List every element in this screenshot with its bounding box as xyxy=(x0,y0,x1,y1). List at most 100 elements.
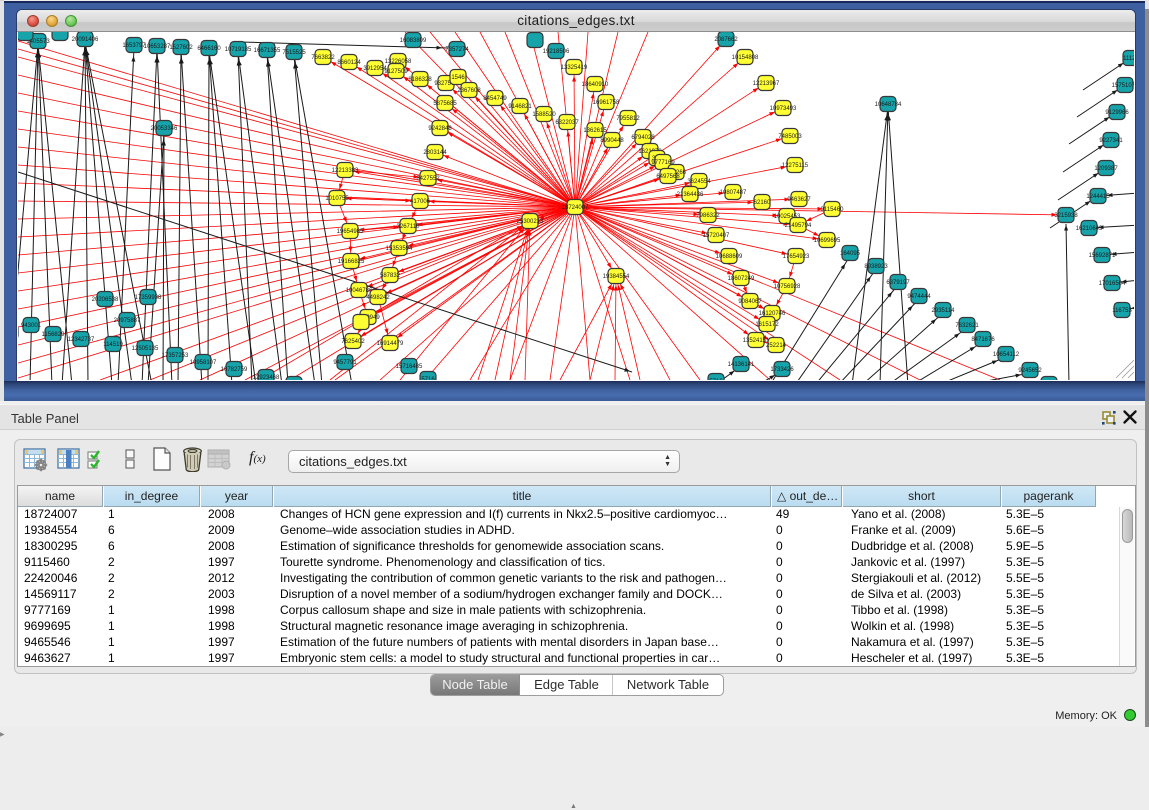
svg-text:7357274: 7357274 xyxy=(445,47,469,53)
svg-text:2367608: 2367608 xyxy=(457,88,481,94)
svg-text:4498242: 4498242 xyxy=(366,295,390,301)
svg-text:1156829: 1156829 xyxy=(42,332,66,338)
svg-text:12505135: 12505135 xyxy=(132,346,159,352)
svg-text:8427552: 8427552 xyxy=(416,176,440,182)
svg-text:10653287: 10653287 xyxy=(144,44,171,50)
svg-text:16914479: 16914479 xyxy=(377,341,404,347)
svg-text:9242848: 9242848 xyxy=(428,126,452,132)
svg-text:8990448: 8990448 xyxy=(600,138,624,144)
svg-text:17016504: 17016504 xyxy=(1099,281,1126,287)
svg-text:9115460: 9115460 xyxy=(821,207,845,213)
svg-text:10756928: 10756928 xyxy=(774,284,801,290)
svg-text:7485003: 7485003 xyxy=(778,134,802,140)
svg-text:2935114: 2935114 xyxy=(932,308,956,314)
svg-text:1546: 1546 xyxy=(451,75,465,81)
svg-text:114519: 114519 xyxy=(103,342,123,348)
svg-text:1244415: 1244415 xyxy=(1086,194,1110,200)
svg-text:1362615: 1362615 xyxy=(583,128,607,134)
svg-text:20053346: 20053346 xyxy=(151,126,178,132)
svg-text:21495794: 21495794 xyxy=(785,223,812,229)
svg-text:14136141: 14136141 xyxy=(728,362,755,368)
svg-text:10719185: 10719185 xyxy=(225,47,252,53)
svg-text:7632621: 7632621 xyxy=(955,323,979,329)
svg-text:15720407: 15720407 xyxy=(703,233,730,239)
svg-text:3215938: 3215938 xyxy=(1054,213,1078,219)
svg-text:12275115: 12275115 xyxy=(782,163,809,169)
svg-text:20206538: 20206538 xyxy=(92,297,119,303)
svg-text:6497568: 6497568 xyxy=(656,174,680,180)
svg-text:7515525: 7515525 xyxy=(282,50,306,56)
svg-text:9129966: 9129966 xyxy=(1105,110,1129,116)
svg-text:12923468: 12923468 xyxy=(253,375,280,380)
svg-text:19654985: 19654985 xyxy=(337,229,364,235)
svg-text:8471676: 8471676 xyxy=(971,337,995,343)
svg-text:1527602: 1527602 xyxy=(169,45,193,51)
svg-text:417006: 417006 xyxy=(410,199,431,205)
svg-text:17359938: 17359938 xyxy=(135,295,162,301)
svg-text:6466160: 6466160 xyxy=(197,46,221,52)
svg-text:16210643: 16210643 xyxy=(1076,226,1103,232)
svg-text:10807487: 10807487 xyxy=(720,190,747,196)
svg-text:20091406: 20091406 xyxy=(72,37,99,43)
svg-text:9474444: 9474444 xyxy=(907,294,931,300)
svg-text:10046786: 10046786 xyxy=(346,288,373,294)
svg-text:1588520: 1588520 xyxy=(532,112,556,118)
svg-text:9127509: 9127509 xyxy=(384,69,408,75)
svg-text:18724007: 18724007 xyxy=(562,205,589,211)
svg-text:18607249: 18607249 xyxy=(728,276,755,282)
svg-text:17357253: 17357253 xyxy=(162,353,189,359)
svg-text:10648784: 10648784 xyxy=(875,102,902,108)
svg-text:252214: 252214 xyxy=(766,343,787,349)
svg-text:587832: 587832 xyxy=(380,273,401,279)
svg-text:12213967: 12213967 xyxy=(753,81,780,87)
svg-text:5875685: 5875685 xyxy=(433,101,457,107)
svg-text:12213383: 12213383 xyxy=(332,168,359,174)
svg-text:10154808: 10154808 xyxy=(732,55,759,61)
svg-text:15692871: 15692871 xyxy=(1089,253,1116,259)
svg-text:6322037: 6322037 xyxy=(555,120,579,126)
svg-text:10688609: 10688609 xyxy=(716,254,743,260)
svg-text:164095: 164095 xyxy=(840,251,861,257)
svg-text:5716: 5716 xyxy=(709,379,723,380)
svg-text:1615172: 1615172 xyxy=(755,322,779,328)
svg-text:6794028: 6794028 xyxy=(631,135,655,141)
svg-text:12342737: 12342737 xyxy=(68,337,95,343)
svg-text:10958107: 10958107 xyxy=(190,360,217,366)
svg-text:6379197: 6379197 xyxy=(886,280,910,286)
svg-text:9146821: 9146821 xyxy=(508,104,532,110)
svg-text:7625402: 7625402 xyxy=(341,339,365,345)
svg-text:19384554: 19384554 xyxy=(603,274,630,280)
svg-text:20975887: 20975887 xyxy=(114,318,141,324)
svg-text:8186328: 8186328 xyxy=(408,77,432,83)
svg-text:9084067: 9084067 xyxy=(738,299,762,305)
svg-text:2087662: 2087662 xyxy=(714,37,738,43)
svg-text:13325419: 13325419 xyxy=(561,65,588,71)
svg-text:9245652: 9245652 xyxy=(1018,368,1042,374)
svg-text:9457791: 9457791 xyxy=(333,360,357,366)
svg-text:10973493: 10973493 xyxy=(770,106,797,112)
svg-text:8660124: 8660124 xyxy=(337,60,361,66)
svg-text:19218506: 19218506 xyxy=(543,49,570,55)
svg-text:15716485: 15716485 xyxy=(396,364,423,370)
svg-text:15751074: 15751074 xyxy=(1112,83,1134,89)
svg-text:18640910: 18640910 xyxy=(582,82,609,88)
svg-text:116753: 116753 xyxy=(1112,308,1132,314)
svg-text:10654112: 10654112 xyxy=(993,352,1020,358)
svg-text:3267110: 3267110 xyxy=(397,224,421,230)
svg-text:9227341: 9227341 xyxy=(1099,138,1123,144)
svg-text:25300213: 25300213 xyxy=(517,219,544,225)
svg-text:1209387: 1209387 xyxy=(1094,166,1118,172)
svg-text:21364436: 21364436 xyxy=(677,192,704,198)
svg-text:9463627: 9463627 xyxy=(787,197,811,203)
svg-text:16671355: 16671355 xyxy=(254,48,281,54)
svg-text:11125: 11125 xyxy=(1123,56,1134,62)
svg-text:19166825: 19166825 xyxy=(338,259,365,265)
svg-text:62160: 62160 xyxy=(754,200,771,206)
svg-text:17654923: 17654923 xyxy=(783,254,810,260)
svg-text:5716: 5716 xyxy=(421,377,435,380)
svg-text:16083809: 16083809 xyxy=(400,38,427,44)
svg-text:10699695: 10699695 xyxy=(814,238,841,244)
svg-text:3624554: 3624554 xyxy=(687,179,711,185)
svg-text:943001: 943001 xyxy=(21,323,42,329)
svg-text:8938923: 8938923 xyxy=(864,264,888,270)
